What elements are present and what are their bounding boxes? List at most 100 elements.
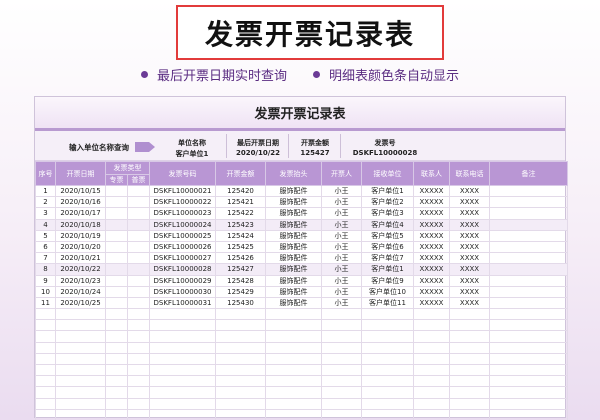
table-cell[interactable] — [361, 308, 414, 321]
table-cell[interactable] — [361, 386, 414, 399]
table-cell[interactable]: 小王 — [321, 263, 362, 276]
table-cell[interactable] — [449, 330, 490, 343]
table-cell[interactable]: XXXXX — [413, 252, 450, 265]
table-cell[interactable] — [55, 363, 106, 377]
table-cell[interactable]: XXXXX — [413, 274, 450, 287]
table-cell[interactable] — [413, 386, 450, 399]
table-cell[interactable]: XXXX — [449, 296, 490, 310]
table-cell[interactable] — [449, 375, 490, 388]
table-cell[interactable] — [321, 363, 362, 377]
table-cell[interactable] — [149, 308, 216, 321]
table-cell[interactable] — [105, 240, 128, 254]
table-cell[interactable]: XXXXX — [413, 207, 450, 220]
table-cell[interactable] — [105, 341, 128, 354]
table-cell[interactable] — [489, 375, 568, 388]
table-cell[interactable] — [489, 218, 568, 231]
table-cell[interactable]: 小王 — [321, 285, 362, 298]
table-cell[interactable] — [105, 408, 128, 420]
table-cell[interactable]: XXXX — [449, 274, 490, 287]
table-cell[interactable]: 125421 — [215, 196, 266, 209]
table-cell[interactable] — [489, 363, 568, 377]
table-row-empty[interactable] — [35, 352, 568, 366]
table-cell[interactable] — [449, 386, 490, 399]
table-cell[interactable]: 客户单位10 — [361, 285, 414, 298]
table-cell[interactable] — [55, 375, 106, 388]
table-cell[interactable]: 小王 — [321, 252, 362, 265]
table-cell[interactable] — [413, 319, 450, 332]
table-cell[interactable] — [413, 352, 450, 366]
table-cell[interactable] — [265, 352, 322, 366]
table-cell[interactable] — [105, 252, 128, 265]
table-cell[interactable] — [105, 285, 128, 298]
table-cell[interactable] — [215, 308, 266, 321]
table-cell[interactable] — [265, 408, 322, 420]
table-row[interactable]: 10 2020/10/24 DSKFL10000030 125429 服饰配件 小王 客户单… — [35, 285, 568, 298]
table-cell[interactable] — [265, 341, 322, 354]
table-cell[interactable]: XXXX — [449, 218, 490, 231]
table-cell[interactable]: 小王 — [321, 274, 362, 287]
table-cell[interactable] — [489, 207, 568, 220]
table-cell[interactable]: 2020/10/24 — [55, 285, 106, 298]
table-cell[interactable] — [489, 341, 568, 354]
table-cell[interactable] — [127, 240, 150, 254]
table-cell[interactable]: XXXXX — [413, 296, 450, 310]
table-cell[interactable]: 客户单位1 — [361, 263, 414, 276]
table-cell[interactable]: 客户单位9 — [361, 274, 414, 287]
table-cell[interactable] — [35, 375, 56, 388]
table-cell[interactable]: 服饰配件 — [265, 207, 322, 220]
table-cell[interactable]: 2 — [35, 196, 56, 209]
table-cell[interactable]: XXXX — [449, 184, 490, 198]
table-cell[interactable]: 11 — [35, 296, 56, 310]
table-row-empty[interactable] — [35, 308, 568, 321]
table-cell[interactable] — [127, 330, 150, 343]
table-cell[interactable]: 服饰配件 — [265, 252, 322, 265]
table-cell[interactable] — [105, 386, 128, 399]
table-cell[interactable]: 125430 — [215, 296, 266, 310]
table-cell[interactable] — [361, 352, 414, 366]
table-cell[interactable] — [215, 375, 266, 388]
table-row[interactable]: 7 2020/10/21 DSKFL10000027 125426 服饰配件 小王 客户单位… — [35, 252, 568, 265]
table-cell[interactable] — [55, 352, 106, 366]
table-cell[interactable] — [321, 397, 362, 410]
table-cell[interactable]: 客户单位1 — [361, 184, 414, 198]
table-cell[interactable] — [105, 263, 128, 276]
table-cell[interactable]: 2020/10/25 — [55, 296, 106, 310]
table-row[interactable]: 6 2020/10/20 DSKFL10000026 125425 服饰配件 小王 客户单位… — [35, 240, 568, 254]
query-field-unit[interactable]: 单位名称 客户单位1 — [157, 134, 227, 158]
table-cell[interactable] — [149, 363, 216, 377]
table-cell[interactable]: XXXXX — [413, 196, 450, 209]
table-cell[interactable] — [413, 341, 450, 354]
table-cell[interactable] — [489, 274, 568, 287]
table-cell[interactable] — [127, 363, 150, 377]
table-cell[interactable]: 1 — [35, 184, 56, 198]
table-cell[interactable] — [489, 397, 568, 410]
table-cell[interactable]: 2020/10/19 — [55, 229, 106, 242]
table-cell[interactable] — [215, 319, 266, 332]
table-row[interactable]: 11 2020/10/25 DSKFL10000031 125430 服饰配件 小王 客户单… — [35, 296, 568, 310]
table-cell[interactable]: XXXXX — [413, 285, 450, 298]
table-cell[interactable] — [215, 330, 266, 343]
table-cell[interactable] — [413, 408, 450, 420]
table-cell[interactable]: DSKFL10000024 — [149, 218, 216, 231]
table-cell[interactable] — [149, 330, 216, 343]
table-cell[interactable] — [149, 386, 216, 399]
table-cell[interactable]: 3 — [35, 207, 56, 220]
table-cell[interactable] — [127, 196, 150, 209]
table-cell[interactable] — [105, 330, 128, 343]
table-cell[interactable] — [149, 375, 216, 388]
table-cell[interactable] — [265, 363, 322, 377]
table-cell[interactable] — [55, 319, 106, 332]
table-cell[interactable]: 服饰配件 — [265, 229, 322, 242]
table-cell[interactable] — [489, 263, 568, 276]
table-cell[interactable] — [35, 352, 56, 366]
table-cell[interactable] — [215, 363, 266, 377]
table-cell[interactable] — [489, 330, 568, 343]
table-cell[interactable] — [321, 352, 362, 366]
table-cell[interactable]: 125423 — [215, 218, 266, 231]
table-cell[interactable]: 2020/10/15 — [55, 184, 106, 198]
table-cell[interactable]: DSKFL10000030 — [149, 285, 216, 298]
table-cell[interactable] — [489, 352, 568, 366]
table-cell[interactable] — [127, 352, 150, 366]
table-cell[interactable] — [105, 218, 128, 231]
table-cell[interactable] — [449, 308, 490, 321]
